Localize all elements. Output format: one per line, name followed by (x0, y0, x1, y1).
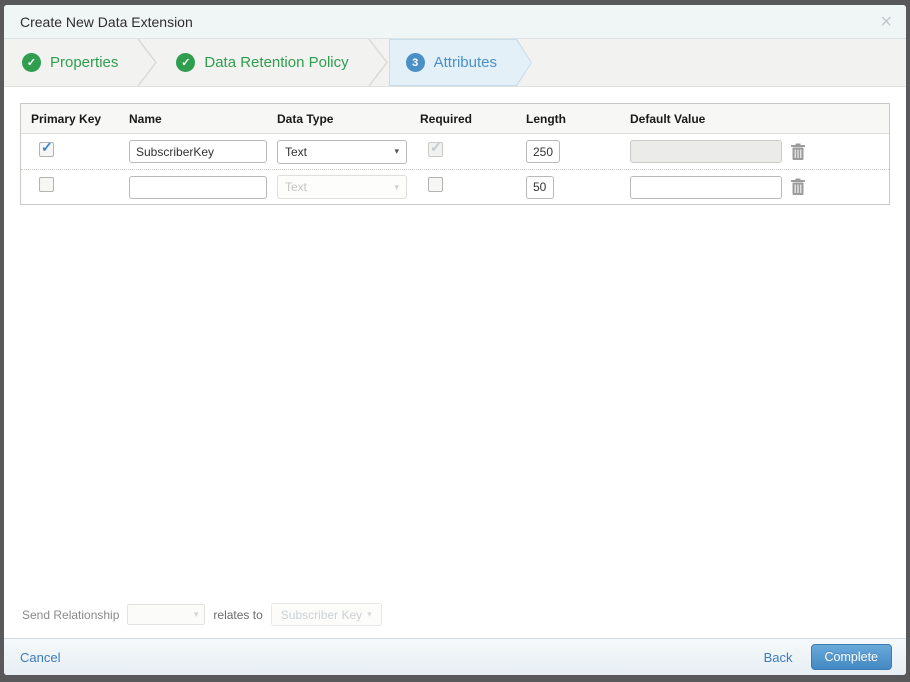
data-type-value: Text (285, 144, 308, 159)
header-name: Name (129, 111, 162, 126)
create-data-extension-modal: Create New Data Extension × ✓ Properties… (4, 5, 906, 675)
step-data-retention-policy[interactable]: ✓ Data Retention Policy (158, 39, 366, 86)
relates-to-dropdown: Subscriber Key ▾ (270, 603, 382, 626)
header-default-value: Default Value (630, 111, 706, 126)
name-input[interactable] (129, 175, 267, 199)
header-data-type: Data Type (277, 111, 334, 126)
back-link[interactable]: Back (764, 650, 793, 665)
modal-title: Create New Data Extension (20, 13, 193, 30)
header-required: Required (420, 111, 473, 126)
data-type-select[interactable]: Text ▾ (277, 139, 407, 164)
table-row: Text ▾ (21, 169, 889, 204)
cancel-link[interactable]: Cancel (20, 650, 60, 665)
close-icon[interactable]: × (880, 12, 892, 32)
data-type-select: Text ▾ (277, 175, 407, 199)
send-relationship-select: ▾ (127, 604, 206, 625)
send-relationship-label: Send Relationship (22, 607, 120, 622)
default-value-input (630, 140, 782, 163)
length-input[interactable] (526, 175, 554, 199)
step-attributes[interactable]: 3 Attributes (389, 39, 532, 86)
header-primary-key: Primary Key (31, 111, 102, 126)
check-circle-icon: ✓ (176, 53, 196, 72)
modal-titlebar: Create New Data Extension × (4, 5, 906, 39)
relates-to-label: relates to (213, 607, 263, 622)
attributes-table: Primary Key Name Data Type Required Leng… (20, 103, 890, 205)
check-circle-icon: ✓ (22, 53, 41, 72)
table-header-row: Primary Key Name Data Type Required Leng… (21, 104, 889, 134)
step-label: Data Retention Policy (204, 54, 349, 71)
required-checkbox (428, 139, 443, 157)
send-relationship-row: Send Relationship ▾ relates to Subscribe… (22, 603, 382, 626)
required-checkbox[interactable] (428, 177, 443, 192)
chevron-down-icon: ▾ (394, 181, 399, 192)
step-number-badge: 3 (406, 53, 425, 72)
chevron-down-icon: ▾ (193, 609, 199, 619)
name-input[interactable] (129, 140, 267, 163)
relates-to-value: Subscriber Key (280, 607, 363, 622)
chevron-separator-icon (368, 39, 388, 86)
trash-icon[interactable] (790, 143, 806, 161)
chevron-separator-icon (137, 39, 158, 86)
chevron-down-icon: ▾ (367, 609, 372, 619)
chevron-down-icon: ▾ (394, 146, 399, 156)
length-input[interactable] (526, 140, 560, 163)
data-type-value: Text (285, 180, 308, 194)
complete-button[interactable]: Complete (810, 644, 892, 670)
trash-icon[interactable] (790, 178, 806, 196)
step-label: Properties (50, 54, 119, 71)
primary-key-checkbox[interactable] (39, 139, 54, 157)
step-label: Attributes (433, 54, 497, 71)
header-length: Length (526, 111, 566, 126)
primary-key-checkbox[interactable] (39, 177, 54, 192)
table-row: Text ▾ (21, 134, 889, 169)
modal-footer: Cancel Back Complete (4, 638, 906, 675)
step-properties[interactable]: ✓ Properties (4, 39, 136, 86)
default-value-input[interactable] (630, 175, 782, 199)
wizard-steps: ✓ Properties ✓ Data Retention Policy 3 A… (4, 39, 906, 87)
modal-content: Primary Key Name Data Type Required Leng… (4, 87, 906, 638)
